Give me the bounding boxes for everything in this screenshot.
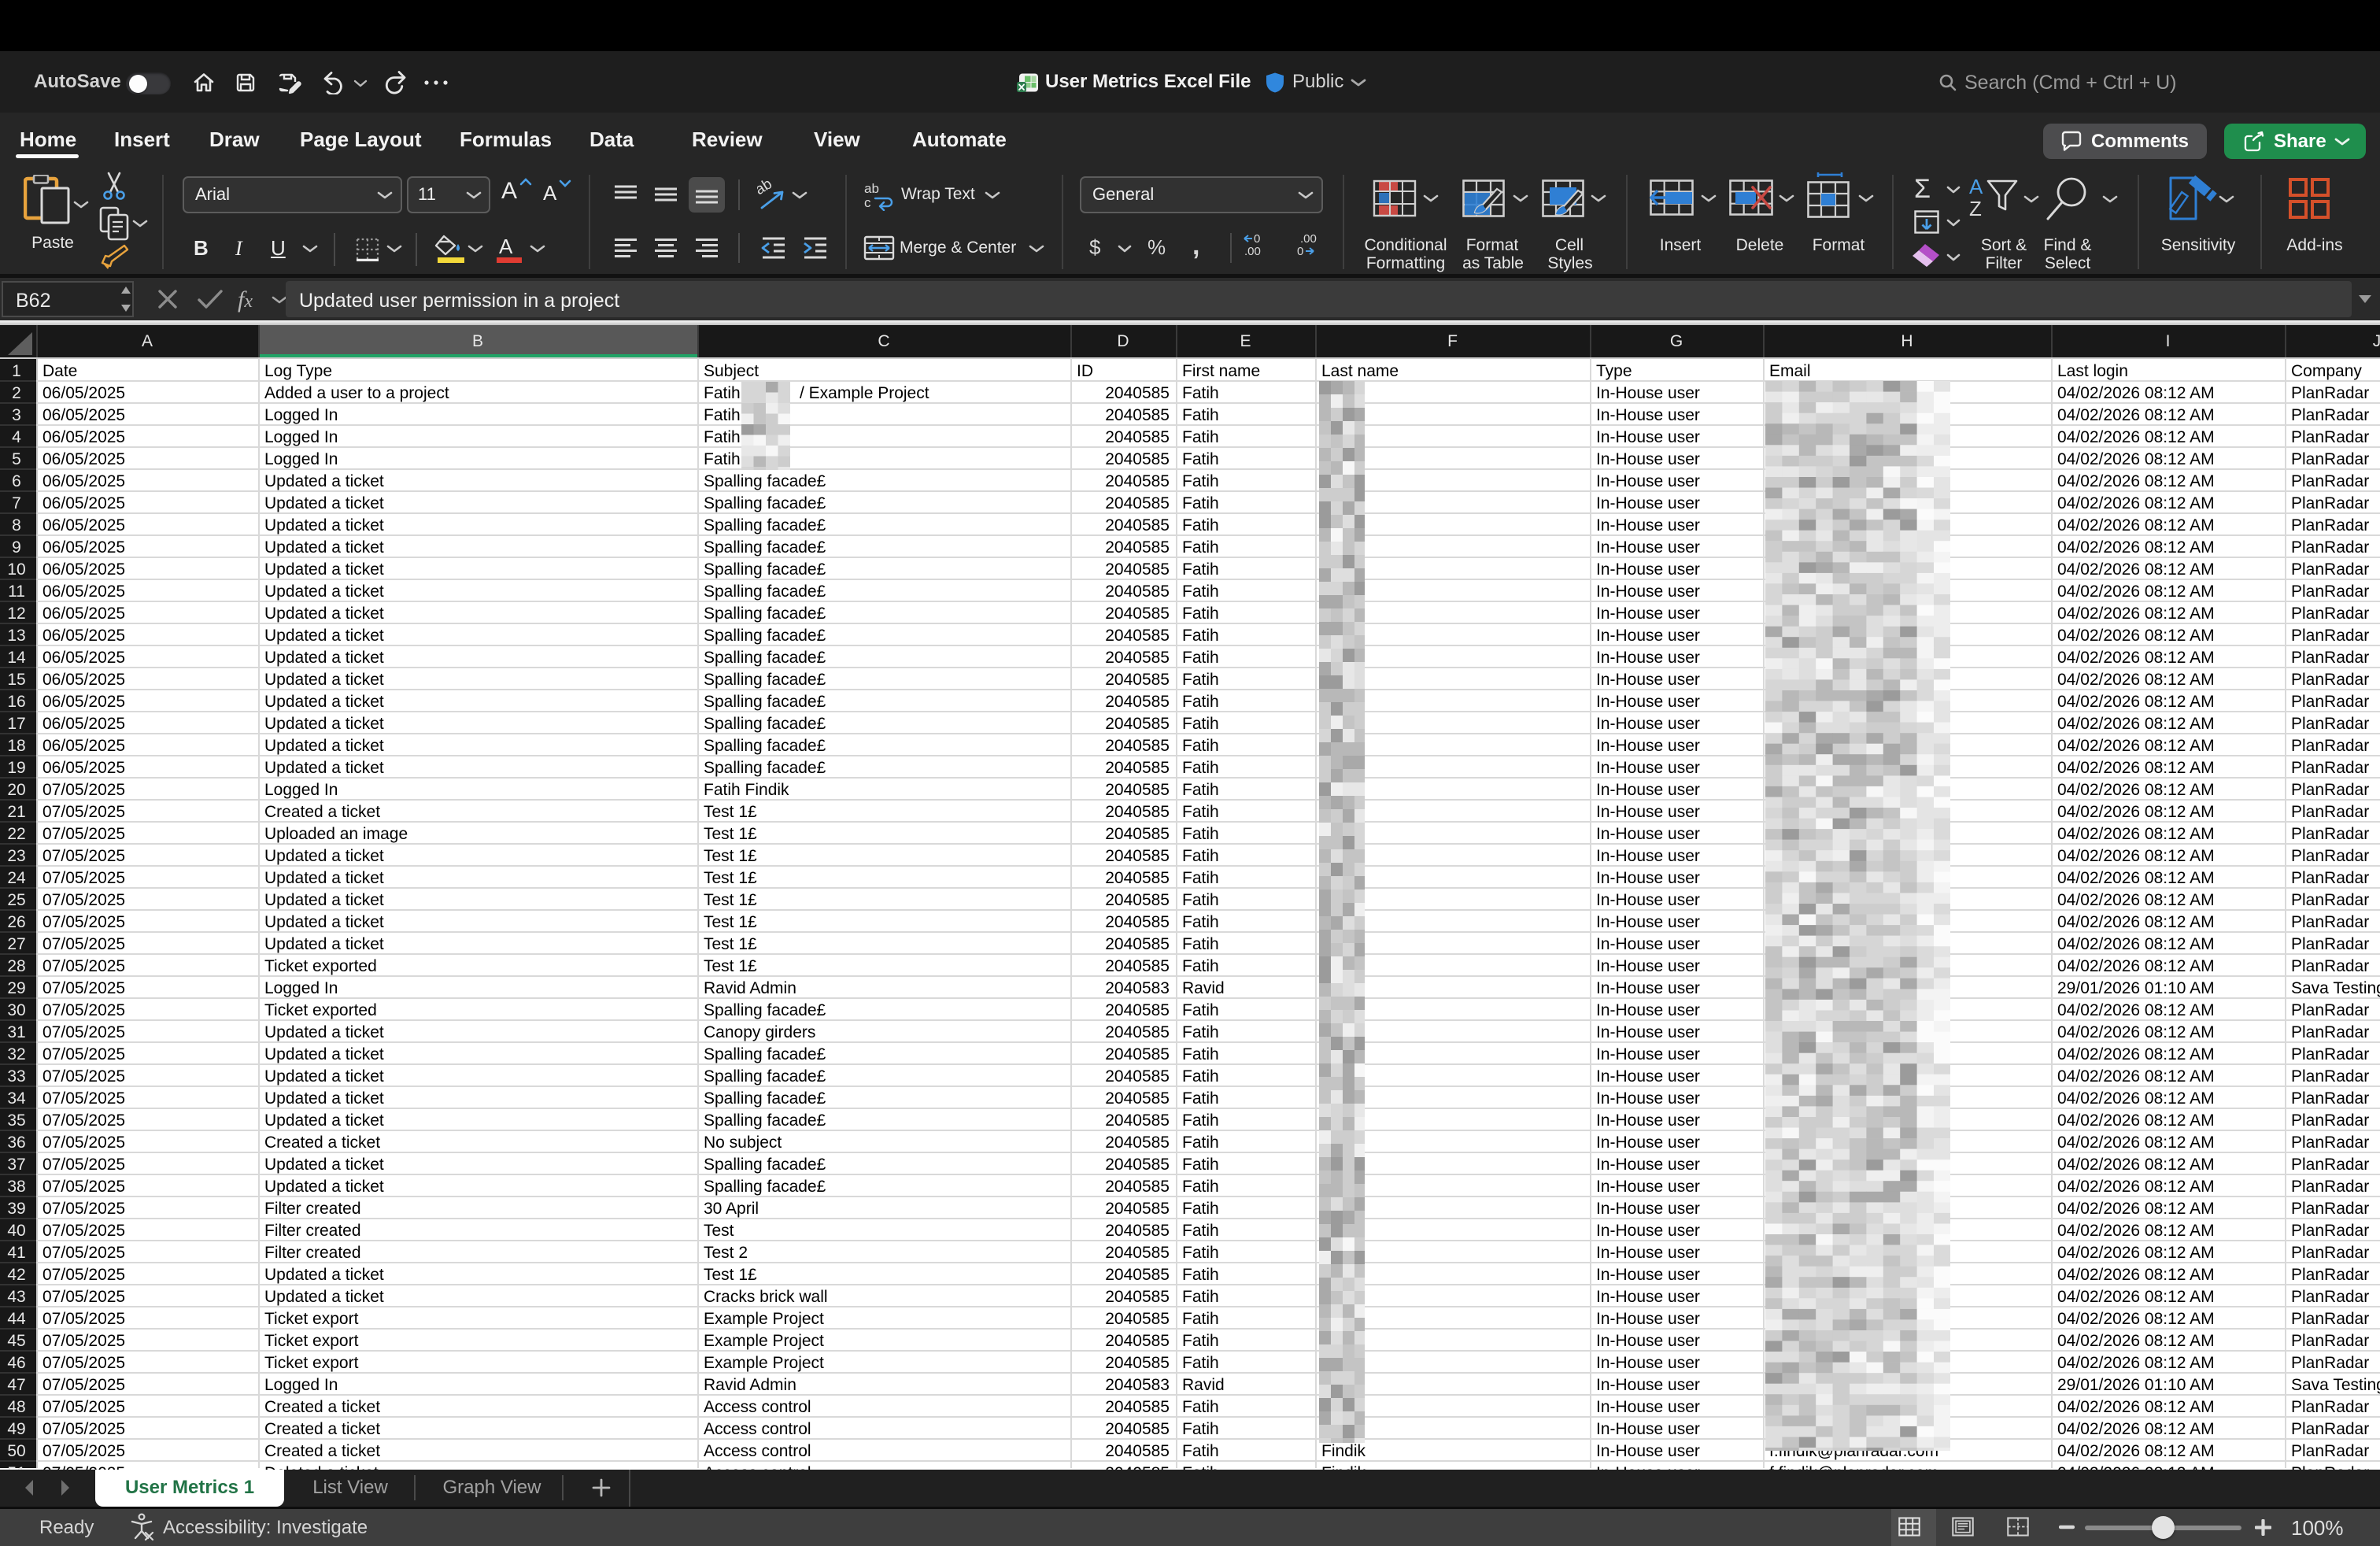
svg-text:Z: Z [1969, 197, 1982, 220]
svg-text:ab: ab [757, 179, 775, 198]
svg-text:A: A [1969, 175, 1983, 198]
